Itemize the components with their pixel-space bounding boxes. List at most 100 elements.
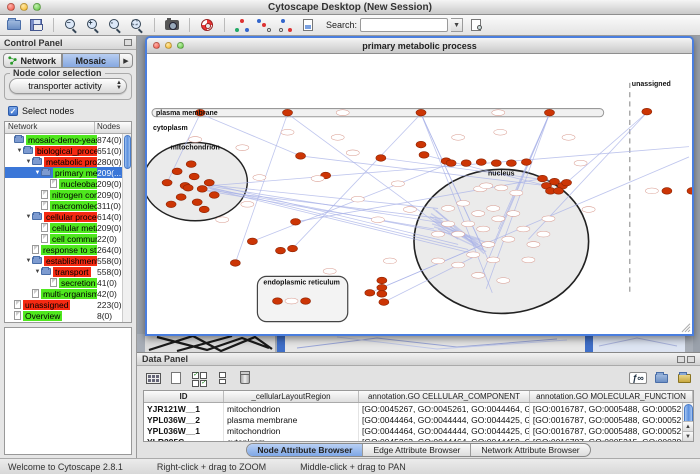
gene-label-node[interactable] xyxy=(391,181,404,187)
gene-label-node[interactable] xyxy=(574,160,587,166)
gene-label-node[interactable] xyxy=(432,258,445,264)
gene-node[interactable] xyxy=(537,175,547,182)
disclosure-triangle-icon[interactable]: ▼ xyxy=(34,170,41,176)
tree-row[interactable]: ▼transport558(0) xyxy=(5,266,131,277)
gene-label-node[interactable] xyxy=(253,175,266,181)
attribute-grid-icon[interactable] xyxy=(143,369,163,387)
gene-label-node[interactable] xyxy=(582,207,595,213)
gene-node[interactable] xyxy=(209,192,219,199)
gene-label-node[interactable] xyxy=(311,176,324,182)
disclosure-triangle-icon[interactable]: ▼ xyxy=(25,214,32,220)
dock-data-panel-icon[interactable] xyxy=(687,356,695,363)
gene-label-node[interactable] xyxy=(462,221,475,227)
gene-node[interactable] xyxy=(183,185,193,192)
gene-label-node[interactable] xyxy=(457,200,470,206)
disclosure-triangle-icon[interactable]: ▼ xyxy=(16,148,23,154)
tab-network[interactable]: Network xyxy=(3,53,62,68)
gene-label-node[interactable] xyxy=(495,185,508,191)
gene-node[interactable] xyxy=(642,108,652,115)
tab-network-attribute-browser[interactable]: Network Attribute Browser xyxy=(471,444,589,456)
tree-row[interactable]: cell communicat22(0) xyxy=(5,233,131,244)
float-panel-icon[interactable] xyxy=(124,39,132,46)
gene-node[interactable] xyxy=(377,277,387,284)
gene-label-node[interactable] xyxy=(383,258,396,264)
tree-row[interactable]: nitrogen compo209(0) xyxy=(5,189,131,200)
scroll-up-icon[interactable]: ▲ xyxy=(683,421,693,431)
gene-label-node[interactable] xyxy=(527,242,540,248)
zoom-out-icon[interactable]: − xyxy=(61,16,81,34)
gene-label-node[interactable] xyxy=(507,211,520,217)
tree-row[interactable]: ▼biological_process651(0) xyxy=(5,145,131,156)
gene-label-node[interactable] xyxy=(241,201,254,207)
gene-label-node[interactable] xyxy=(323,268,336,274)
disclosure-triangle-icon[interactable]: ▼ xyxy=(25,258,32,264)
gene-label-node[interactable] xyxy=(189,137,202,143)
table-row[interactable]: YPL036W__2plasma membrane[GO:0044464, GO… xyxy=(144,414,693,425)
gene-label-node[interactable] xyxy=(467,252,480,258)
gene-node[interactable] xyxy=(288,245,298,252)
plasma-membrane-region[interactable] xyxy=(152,109,604,117)
tree-row[interactable]: ▼metabolic process280(0) xyxy=(5,156,131,167)
gene-label-node[interactable] xyxy=(452,135,465,141)
snapshot-camera-icon[interactable] xyxy=(162,16,182,34)
window-titlebar[interactable]: Cytoscape Desktop (New Session) xyxy=(0,0,700,15)
gene-node[interactable] xyxy=(301,298,311,305)
gene-label-node[interactable] xyxy=(281,129,294,135)
tree-row[interactable]: ▼cellular process614(0) xyxy=(5,211,131,222)
tree-row[interactable]: response to stimulu264(0) xyxy=(5,244,131,255)
gene-label-node[interactable] xyxy=(371,217,384,223)
search-dropdown-arrow-icon[interactable]: ▼ xyxy=(451,18,463,32)
gene-node[interactable] xyxy=(192,199,202,206)
tree-scrollbar[interactable] xyxy=(122,134,131,322)
zoom-fit-icon[interactable]: ⛶ xyxy=(127,16,147,34)
select-nodes-checkbox[interactable]: ✓ xyxy=(8,106,18,116)
gene-label-node[interactable] xyxy=(351,196,364,202)
gene-node[interactable] xyxy=(172,168,182,175)
gene-label-node[interactable] xyxy=(502,236,515,242)
save-session-icon[interactable] xyxy=(26,16,46,34)
gene-node[interactable] xyxy=(166,201,176,208)
gene-label-node[interactable] xyxy=(487,206,500,212)
zoom-in-icon[interactable]: + xyxy=(83,16,103,34)
select-attributes-icon[interactable]: ✓✓ xyxy=(189,369,209,387)
gene-label-node[interactable] xyxy=(452,231,465,237)
gene-label-node[interactable] xyxy=(480,183,493,189)
tree-row[interactable]: cellular metabo209(0) xyxy=(5,222,131,233)
filter-document-icon[interactable] xyxy=(298,16,318,34)
table-scrollbar[interactable]: ▲ ▼ xyxy=(682,403,693,441)
gene-label-node[interactable] xyxy=(487,257,500,263)
gene-label-node[interactable] xyxy=(336,110,349,116)
gene-label-node[interactable] xyxy=(442,221,455,227)
table-row[interactable]: YPL036W__1mitochondrion[GO:0044464, GO:0… xyxy=(144,425,693,436)
tree-row[interactable]: unassigned223(0) xyxy=(5,299,131,310)
gene-node[interactable] xyxy=(291,219,301,226)
unselect-attributes-icon[interactable] xyxy=(212,369,232,387)
gene-node[interactable] xyxy=(377,284,387,291)
search-options-icon[interactable] xyxy=(466,16,486,34)
table-row[interactable]: YLR295Ccytoplasm[GO:0045263, GO:0044464,… xyxy=(144,436,693,441)
tab-node-attribute-browser[interactable]: Node Attribute Browser xyxy=(247,444,363,456)
gene-label-node[interactable] xyxy=(542,216,555,222)
tree-row[interactable]: macromolecule311(0) xyxy=(5,200,131,211)
gene-node[interactable] xyxy=(446,160,456,167)
gene-node[interactable] xyxy=(416,109,426,116)
table-row[interactable]: YJR121W__1mitochondrion[GO:0045267, GO:0… xyxy=(144,403,693,414)
gene-label-node[interactable] xyxy=(537,231,550,237)
import-attributes-icon[interactable] xyxy=(651,369,671,387)
tree-scrollbar-thumb[interactable] xyxy=(124,135,131,169)
gene-node[interactable] xyxy=(247,238,257,245)
gene-node[interactable] xyxy=(230,260,240,267)
tree-col-nodes[interactable]: Nodes xyxy=(95,122,131,133)
gene-node[interactable] xyxy=(376,155,386,162)
new-attribute-icon[interactable] xyxy=(166,369,186,387)
gene-node[interactable] xyxy=(377,291,387,298)
formula-builder-icon[interactable]: ƒ∞ xyxy=(628,369,648,387)
float-data-panel-icon[interactable] xyxy=(677,356,685,363)
gene-node[interactable] xyxy=(416,141,426,148)
gene-label-node[interactable] xyxy=(492,216,505,222)
gene-label-node[interactable] xyxy=(442,206,455,212)
open-file-icon[interactable] xyxy=(4,16,24,34)
gene-node[interactable] xyxy=(544,109,554,116)
disclosure-triangle-icon[interactable]: ▼ xyxy=(25,159,32,165)
gene-node[interactable] xyxy=(199,206,209,213)
